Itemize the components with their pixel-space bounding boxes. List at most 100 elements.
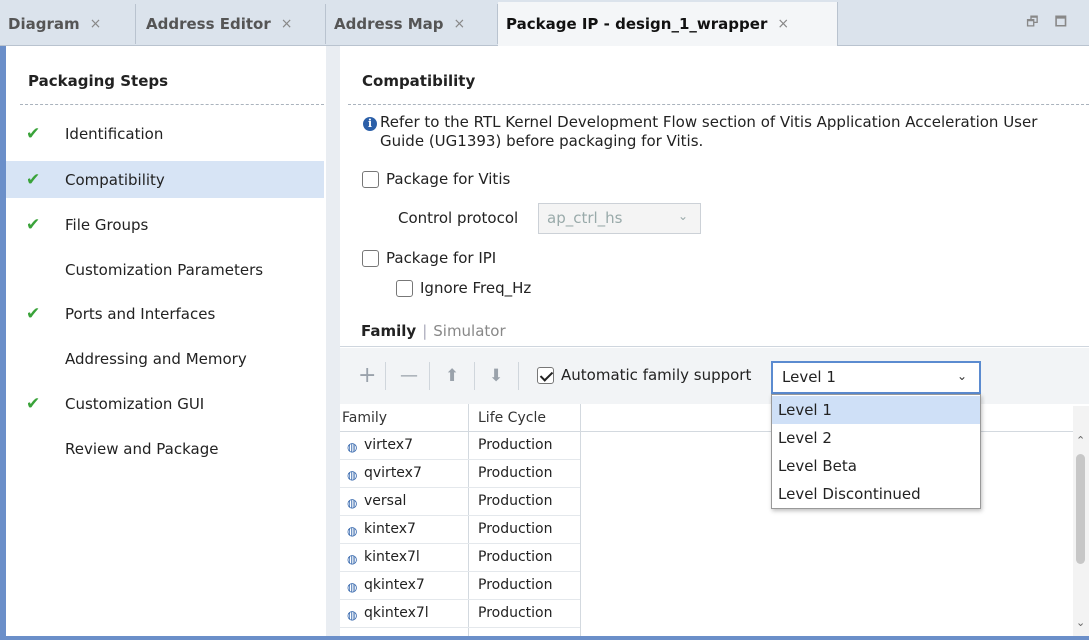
tab-label: Address Map — [334, 15, 444, 33]
level-select[interactable]: Level 1 ⌄ — [771, 361, 981, 394]
step-label: Ports and Interfaces — [65, 304, 216, 323]
check-icon: ✔ — [26, 123, 41, 144]
tab-label: Package IP - design_1_wrapper — [506, 15, 768, 33]
packaging-steps-panel: Packaging Steps ✔ Identification ✔ Compa… — [6, 56, 326, 636]
family-cell: kintex7l — [364, 549, 420, 565]
package-for-ipi-checkbox[interactable] — [362, 250, 379, 267]
family-simulator-tabs: Family | Simulator — [361, 322, 506, 340]
table-scrollbar[interactable]: ⌃ ⌄ — [1073, 406, 1089, 636]
tab-label: Diagram — [8, 15, 80, 33]
step-customization-gui[interactable]: ✔ Customization GUI — [6, 385, 324, 422]
table-row[interactable]: ◍ qkintex7l Production — [340, 600, 580, 628]
step-addressing-and-memory[interactable]: Addressing and Memory — [6, 340, 324, 377]
ignore-freq-checkbox[interactable] — [396, 280, 413, 297]
step-ports-and-interfaces[interactable]: ✔ Ports and Interfaces — [6, 295, 324, 332]
remove-icon[interactable]: — — [400, 366, 418, 386]
life-cycle-cell: Production — [478, 437, 553, 453]
move-up-icon[interactable]: ⬆ — [445, 366, 459, 386]
chip-icon: ◍ — [347, 524, 358, 538]
family-cell: virtex7 — [364, 437, 413, 453]
step-label: Identification — [65, 124, 164, 143]
column-header-life-cycle[interactable]: Life Cycle — [478, 410, 546, 426]
table-row[interactable]: ◍ kintex7 Production — [340, 516, 580, 544]
family-cell: qkintex7l — [364, 605, 429, 621]
step-label: Compatibility — [65, 170, 165, 189]
scroll-up-icon[interactable]: ⌃ — [1076, 434, 1085, 447]
scroll-thumb[interactable] — [1076, 454, 1085, 564]
table-row[interactable]: ◍ qkintex7 Production — [340, 572, 580, 600]
info-text: Refer to the RTL Kernel Development Flow… — [380, 113, 1038, 150]
table-row[interactable]: ◍ kintex7l Production — [340, 544, 580, 572]
tab-bar: Diagram × Address Editor × Address Map ×… — [0, 0, 1089, 46]
step-label: Customization GUI — [65, 394, 205, 413]
add-icon[interactable]: + — [358, 365, 376, 387]
dropdown-option-level-beta[interactable]: Level Beta — [772, 452, 980, 480]
step-label: File Groups — [65, 215, 149, 234]
check-icon: ✔ — [26, 214, 41, 235]
automatic-family-support-checkbox[interactable] — [537, 367, 554, 384]
table-row[interactable]: ◍ versal Production — [340, 488, 580, 516]
move-down-icon[interactable]: ⬇ — [489, 366, 503, 386]
step-customization-parameters[interactable]: Customization Parameters — [6, 251, 324, 288]
family-cell: versal — [364, 493, 407, 509]
tab-address-editor[interactable]: Address Editor × — [138, 4, 326, 44]
column-header-family[interactable]: Family — [342, 410, 387, 426]
step-review-and-package[interactable]: Review and Package — [6, 430, 324, 467]
family-cell: kintex7 — [364, 521, 416, 537]
tab-separator: | — [422, 322, 428, 340]
control-protocol-select[interactable]: ap_ctrl_hs ⌄ — [538, 203, 701, 234]
chip-icon: ◍ — [347, 440, 358, 454]
ignore-freq-label: Ignore Freq_Hz — [420, 279, 532, 297]
scroll-down-icon[interactable]: ⌄ — [1076, 616, 1085, 629]
table-row[interactable]: ◍ virtex7 Production — [340, 432, 580, 460]
family-cell: qvirtex7 — [364, 465, 422, 481]
chip-icon: ◍ — [347, 468, 358, 482]
tab-family[interactable]: Family — [361, 322, 416, 340]
dropdown-option-level-discontinued[interactable]: Level Discontinued — [772, 480, 980, 508]
life-cycle-cell: Production — [478, 465, 553, 481]
dropdown-option-level-1[interactable]: Level 1 — [772, 396, 980, 424]
table-row[interactable]: ◍ qvirtex7 Production — [340, 460, 580, 488]
life-cycle-cell: Production — [478, 493, 553, 509]
dropdown-option-level-2[interactable]: Level 2 — [772, 424, 980, 452]
step-label: Addressing and Memory — [65, 349, 247, 368]
divider — [348, 104, 1089, 105]
toolbar-divider — [474, 362, 475, 390]
step-label: Customization Parameters — [65, 260, 264, 279]
info-icon: i — [363, 117, 377, 131]
automatic-family-support-label: Automatic family support — [561, 366, 752, 384]
close-icon[interactable]: × — [90, 16, 102, 32]
tab-simulator[interactable]: Simulator — [433, 322, 505, 340]
step-file-groups[interactable]: ✔ File Groups — [6, 206, 324, 243]
divider — [340, 346, 1089, 347]
package-for-vitis-checkbox[interactable] — [362, 171, 379, 188]
tab-diagram[interactable]: Diagram × — [0, 4, 136, 44]
window-restore-maximize-icons[interactable]: 🗗 🗖 — [1026, 13, 1073, 35]
close-icon[interactable]: × — [454, 16, 466, 32]
column-divider — [580, 404, 581, 636]
chip-icon: ◍ — [347, 552, 358, 566]
check-icon: ✔ — [26, 169, 41, 190]
close-icon[interactable]: × — [777, 16, 789, 32]
panel-splitter[interactable] — [326, 46, 340, 636]
life-cycle-cell: Production — [478, 521, 553, 537]
chip-icon: ◍ — [347, 608, 358, 622]
check-icon: ✔ — [26, 393, 41, 414]
frame-border — [0, 636, 1089, 640]
chip-icon: ◍ — [347, 580, 358, 594]
panel-title: Packaging Steps — [28, 72, 169, 90]
compatibility-panel: Compatibility i Refer to the RTL Kernel … — [340, 56, 1089, 636]
chevron-down-icon: ⌄ — [677, 209, 688, 223]
control-protocol-value: ap_ctrl_hs — [547, 209, 623, 227]
control-protocol-label: Control protocol — [398, 209, 519, 227]
step-compatibility[interactable]: ✔ Compatibility — [6, 161, 324, 198]
tab-address-map[interactable]: Address Map × — [326, 4, 498, 44]
step-identification[interactable]: ✔ Identification — [6, 115, 324, 152]
package-for-ipi-label: Package for IPI — [386, 249, 497, 267]
life-cycle-cell: Production — [478, 577, 553, 593]
close-icon[interactable]: × — [281, 16, 293, 32]
tab-package-ip[interactable]: Package IP - design_1_wrapper × — [498, 2, 838, 46]
chip-icon: ◍ — [347, 496, 358, 510]
chevron-down-icon: ⌄ — [956, 369, 967, 383]
tab-label: Address Editor — [146, 15, 271, 33]
